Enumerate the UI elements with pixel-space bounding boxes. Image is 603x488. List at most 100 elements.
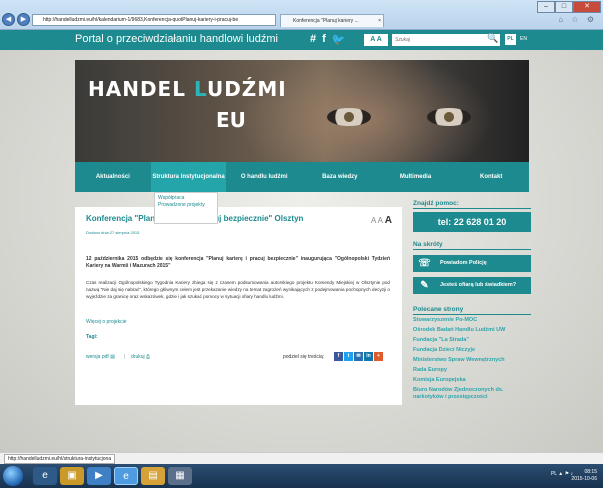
logo-accent: L [193,77,207,101]
notify-police-button[interactable]: ☏ Powiadom Policję [413,255,531,272]
browser-tab[interactable]: Konferencja "Planuj kariery ... × [280,14,384,27]
nav-baza-wiedzy[interactable]: Baza wiedzy [302,162,378,192]
twitter-icon[interactable]: 🐦 [332,33,346,46]
dropdown-item-wspolpraca[interactable]: Współpraca [158,195,214,202]
pdf-link[interactable]: wersja pdf ▤ [86,354,115,360]
status-url: http://handelludzmi.eu/hl/struktura-inst… [4,454,116,464]
font-small-button[interactable]: A [371,216,376,225]
font-mid-button[interactable]: A [378,216,383,225]
print-label: drukuj [131,354,145,360]
print-link[interactable]: drukuj ⎙ [131,354,150,360]
forward-button[interactable]: ▶ [17,13,30,26]
recommended-links: Stowarzyszenie Po-MOC Ośrodek Badań Hand… [413,317,531,401]
email-share-icon[interactable]: ✉ [354,352,363,361]
notify-police-label: Powiadom Policję [440,260,487,266]
facebook-icon[interactable]: f [322,33,326,46]
dropdown-item-projekty[interactable]: Prowadzone projekty [158,202,214,209]
banner-eye-left [327,108,371,126]
ie-taskbar-icon[interactable]: e [33,467,57,485]
tags-label: Tagi: [86,334,98,340]
windows-taskbar: e ▣ ▶ e ▤ ▦ PL ▲ ⚑ ♪ 08:15 2015-10-06 [0,464,603,488]
address-bar[interactable]: http://handelludzmi.eu/hl/kalendarium-1/… [32,14,276,26]
browser-nav: ◀ ▶ [2,13,30,26]
font-size-toggle[interactable]: A A [364,34,388,46]
more-share-icon[interactable]: + [374,352,383,361]
clock-time: 08:15 [584,469,597,475]
link-msw[interactable]: Ministerstwo Spraw Wewnętrznych [413,357,531,364]
lang-pl-button[interactable]: PL [505,34,516,45]
pdf-label: wersja pdf [86,354,109,360]
form-icon: ✎ [420,280,429,291]
app-taskbar-icon[interactable]: ▦ [168,467,192,485]
link-fdn[interactable]: Fundacja Dzieci Niczyje [413,347,531,354]
status-bar: http://handelludzmi.eu/hl/struktura-inst… [0,452,603,464]
megaphone-icon: ☏ [418,258,431,269]
pdf-icon: ▤ [110,354,115,360]
nav-struktura[interactable]: Struktura instytucjonalna [150,162,227,192]
link-obhl-uw[interactable]: Ośrodek Badań Handlu Ludźmi UW [413,327,531,334]
hashtag-icon[interactable]: # [310,33,316,46]
social-icons: # f 🐦 [310,33,346,46]
sidebar: Znajdź pomoc: tel: 22 628 01 20 Na skrót… [413,200,531,404]
browser-chrome: – □ ✕ ◀ ▶ http://handelludzmi.eu/hl/kale… [0,0,603,30]
link-rada-europy[interactable]: Rada Europy [413,367,531,374]
help-heading: Znajdź pomoc: [413,200,531,209]
media-taskbar-icon[interactable]: ▶ [87,467,111,485]
victim-witness-label: Jesteś ofiarą lub świadkiem? [440,282,517,288]
logo-part2: UDŹMI [206,77,287,101]
main-navigation: Aktualności Struktura instytucjonalna O … [75,162,529,192]
maximize-button[interactable]: □ [555,1,573,13]
font-size-controls: A A A [371,215,392,226]
nav-aktualnosci[interactable]: Aktualności [75,162,151,192]
back-button[interactable]: ◀ [2,13,15,26]
system-tray[interactable]: PL ▲ ⚑ ♪ [551,471,573,477]
search-input[interactable] [392,34,500,46]
victim-witness-button[interactable]: ✎ Jesteś ofiarą lub świadkiem? [413,277,531,294]
link-po-moc[interactable]: Stowarzyszenie Po-MOC [413,317,531,324]
site-topbar: Portal o przeciwdziałaniu handlowi ludźm… [0,30,603,50]
nav-multimedia[interactable]: Multimedia [378,162,454,192]
twitter-share-icon[interactable]: t [344,352,353,361]
font-large-button[interactable]: A [385,215,392,226]
article-card: Konferencja "Planuj karierę i pracuj bez… [75,207,402,405]
nav-kontakt[interactable]: Kontakt [453,162,529,192]
clock-date: 2015-10-06 [571,476,597,482]
start-button[interactable] [3,466,23,486]
tray-lang: PL [550,471,557,477]
nav-o-handlu[interactable]: O handlu ludźmi [226,162,302,192]
share-label: podziel się treścią: [283,354,325,360]
portal-title[interactable]: Portal o przeciwdziałaniu handlowi ludźm… [75,33,278,45]
webpage: Portal o przeciwdziałaniu handlowi ludźm… [0,30,603,452]
tab-label: Konferencja "Planuj kariery ... [293,18,359,24]
clock[interactable]: 08:15 2015-10-06 [571,469,597,483]
linkedin-share-icon[interactable]: in [364,352,373,361]
lang-en-button[interactable]: EN [520,34,527,45]
files-taskbar-icon[interactable]: ▤ [141,467,165,485]
folder-taskbar-icon[interactable]: ▣ [60,467,84,485]
site-logo[interactable]: HANDEL LUDŹMI [88,77,287,101]
more-link[interactable]: Więcej o projekcie [86,319,127,325]
shortcuts-heading: Na skróty [413,241,531,250]
close-window-button[interactable]: ✕ [573,1,601,13]
footer-separator: | [124,354,126,360]
link-unodc[interactable]: Biuro Narodów Zjednoczonych ds. narkotyk… [413,387,531,401]
minimize-button[interactable]: – [537,1,555,13]
browser-taskbar-icon[interactable]: e [114,467,138,485]
link-komisja-europejska[interactable]: Komisja Europejska [413,377,531,384]
logo-eu: EU [216,108,246,132]
browser-toolbar-icons[interactable]: ⌂ ☆ ⚙ [558,15,597,24]
phone-box[interactable]: tel: 22 628 01 20 [413,212,531,232]
nav-dropdown: Współpraca Prowadzone projekty [154,192,218,224]
article-lead: 12 października 2015 odbędzie się konfer… [86,256,390,269]
banner-eye-right [427,108,471,126]
close-tab-icon[interactable]: × [378,15,381,27]
share-icons: f t ✉ in + [334,352,383,361]
link-la-strada[interactable]: Fundacja "La Strada" [413,337,531,344]
facebook-share-icon[interactable]: f [334,352,343,361]
article-date: Dodano dnia 27 sierpnia 2015 [86,230,140,235]
article-body: Czas realizacji Ogólnopolskiego Tygodnia… [86,280,390,299]
article-footer: wersja pdf ▤ | drukuj ⎙ podziel się treś… [86,352,390,364]
recommended-heading: Polecane strony [413,306,531,315]
search-icon[interactable]: 🔍 [487,33,498,44]
window-controls: – □ ✕ [537,1,601,13]
